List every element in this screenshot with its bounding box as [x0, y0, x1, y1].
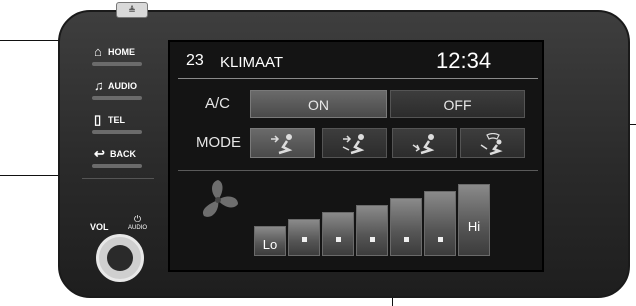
tel-button-bar — [92, 130, 142, 134]
ac-on-button[interactable]: ON — [250, 90, 387, 118]
back-button-label: BACK — [110, 149, 136, 159]
clock: 12:34 — [436, 48, 492, 73]
fan-speed-step-button[interactable] — [390, 198, 422, 256]
button-divider — [82, 178, 154, 179]
fan-step-dot — [302, 237, 307, 242]
mode-label: MODE — [196, 134, 241, 151]
fan-step-dot — [438, 237, 443, 242]
fan-speed-step-button[interactable] — [424, 191, 456, 256]
face-foot-vent-icon — [342, 134, 365, 155]
back-button-bar — [92, 164, 142, 168]
back-button[interactable]: ↩ BACK — [82, 144, 152, 172]
header-number: 23 — [186, 52, 204, 69]
fan-step-dot — [404, 237, 409, 242]
home-icon: ⌂ — [94, 44, 102, 59]
home-button-bar — [92, 62, 142, 66]
fan-speed-step-button[interactable] — [322, 212, 354, 256]
header-divider — [178, 78, 538, 79]
power-audio-text: AUDIO — [128, 225, 148, 231]
tel-button-label: TEL — [108, 115, 125, 125]
audio-button-label: AUDIO — [108, 81, 137, 91]
fan-speed-step-button[interactable] — [356, 205, 388, 256]
foot-vent-icon — [412, 134, 435, 155]
back-arrow-icon: ↩ — [94, 146, 105, 161]
fan-step-dot — [336, 237, 341, 242]
fan-speed-lo-label: Lo — [262, 237, 278, 252]
face-vent-icon — [271, 134, 293, 155]
power-icon: ⏻ — [133, 214, 142, 224]
fan-speed-hi-label: Hi — [467, 219, 481, 234]
mode-defrost-foot-button[interactable] — [460, 128, 525, 158]
mode-divider — [178, 170, 538, 171]
mode-face-foot-button[interactable] — [322, 128, 387, 158]
fan-icon — [196, 178, 240, 227]
volume-label: VOL — [90, 222, 109, 232]
ac-off-button[interactable]: OFF — [390, 90, 525, 118]
volume-knob[interactable] — [96, 234, 144, 282]
ac-label: A/C — [205, 95, 231, 112]
mode-foot-button[interactable] — [392, 128, 457, 158]
mode-face-button[interactable] — [250, 128, 315, 158]
defrost-foot-vent-icon — [480, 133, 503, 155]
page-title: KLIMAAT — [220, 54, 284, 71]
fan-speed-step-button[interactable] — [288, 219, 320, 256]
home-button-label: HOME — [108, 47, 135, 57]
fan-speed-hi-button[interactable]: Hi — [458, 184, 490, 256]
phone-icon: ▯ — [94, 112, 102, 127]
tel-button[interactable]: ▯ TEL — [82, 110, 152, 138]
fan-speed-lo-button[interactable]: Lo — [254, 226, 286, 256]
power-audio-label: ⏻ AUDIO — [128, 214, 148, 232]
audio-button[interactable]: ♫ AUDIO — [82, 76, 152, 104]
home-button[interactable]: ⌂ HOME — [82, 42, 152, 70]
fan-step-dot — [370, 237, 375, 242]
eject-button[interactable]: ≜ — [116, 2, 148, 18]
music-note-icon: ♫ — [94, 78, 104, 93]
audio-button-bar — [92, 96, 142, 100]
